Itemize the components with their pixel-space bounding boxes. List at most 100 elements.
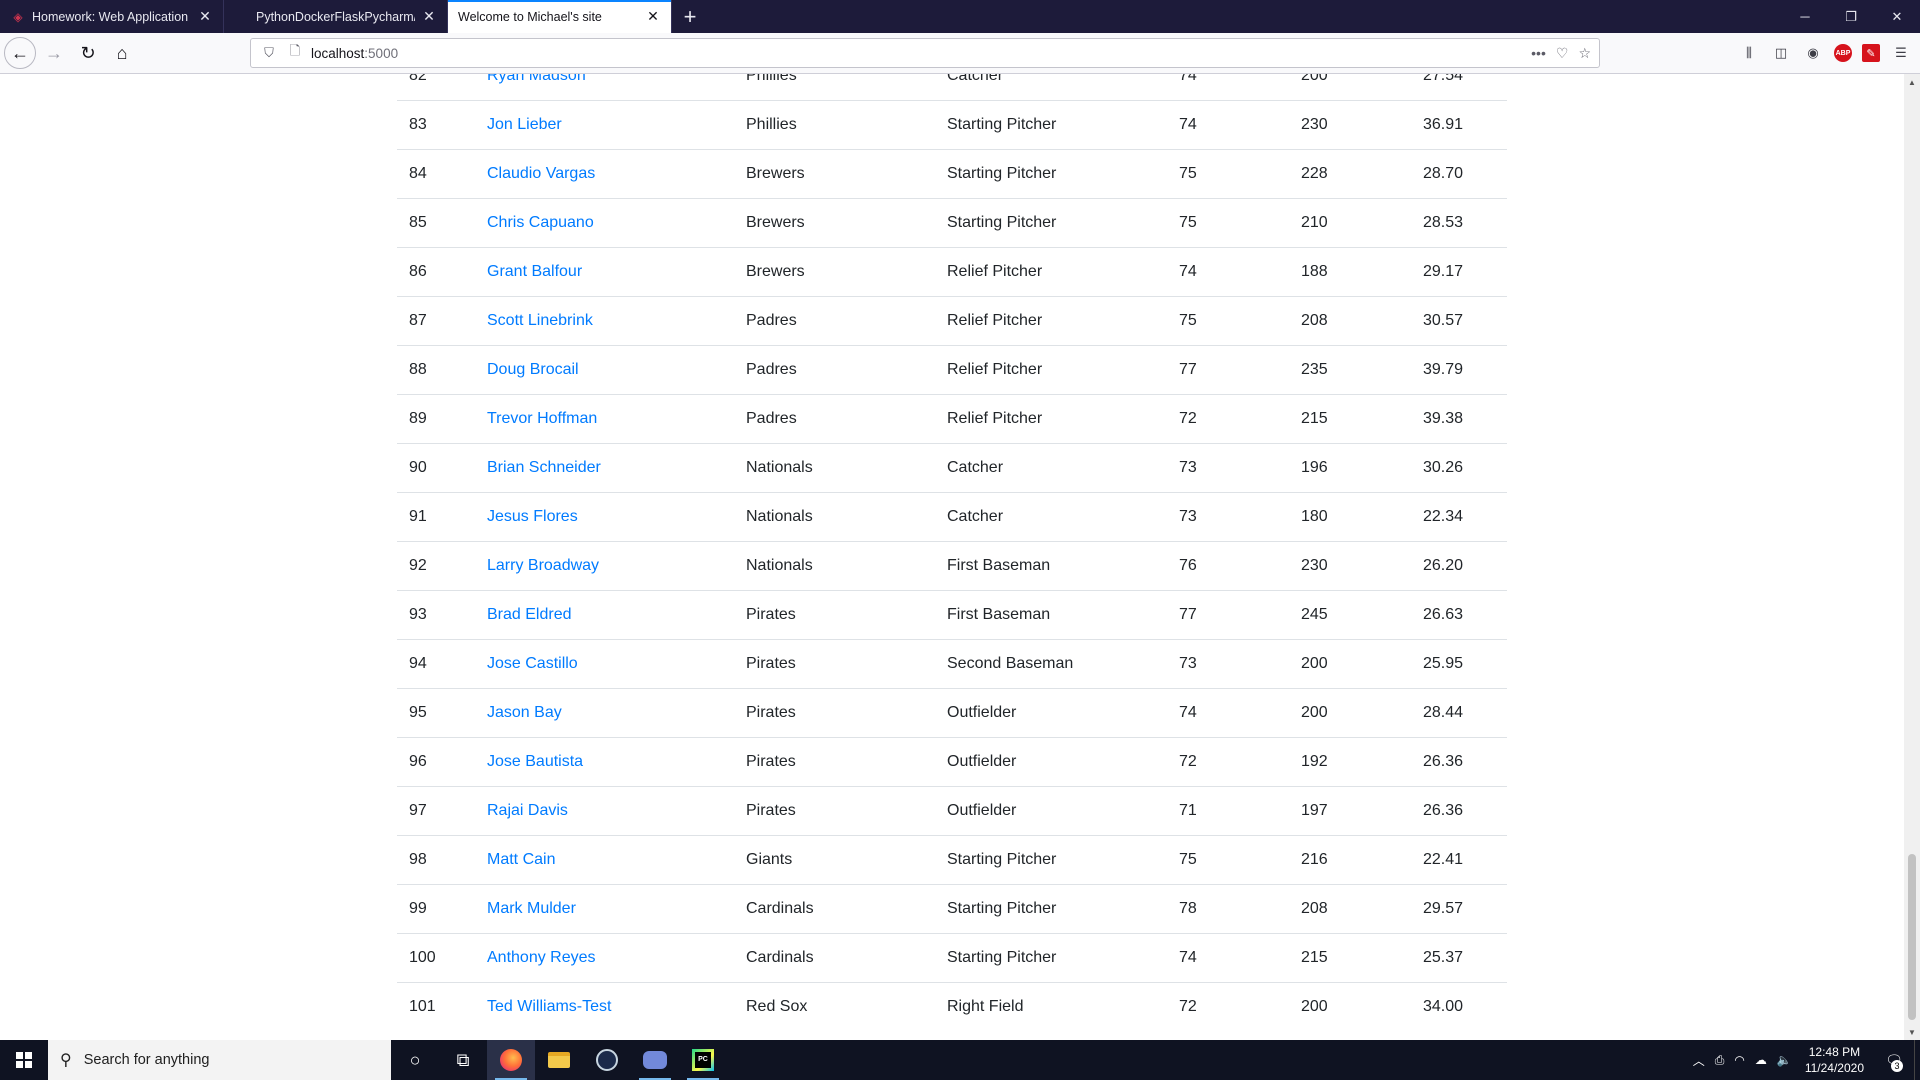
pdf-extension-icon[interactable]: ✎ bbox=[1862, 44, 1880, 62]
cell-weight: 200 bbox=[1289, 639, 1411, 689]
cell-age: 28.53 bbox=[1411, 198, 1507, 248]
system-tray: ︿ ⎙ ◠ ☁ 🔈 12:48 PM 11/24/2020 🗨3 bbox=[1688, 1040, 1920, 1080]
onedrive-cloud-icon[interactable]: ☁ bbox=[1755, 1053, 1767, 1067]
player-name-link[interactable]: Trevor Hoffman bbox=[487, 410, 597, 427]
cell-age: 28.44 bbox=[1411, 688, 1507, 738]
cell-id: 86 bbox=[397, 247, 475, 297]
back-arrow-icon[interactable]: ← bbox=[4, 37, 36, 69]
library-icon[interactable]: ⫼ bbox=[1738, 42, 1760, 64]
player-name-link[interactable]: Larry Broadway bbox=[487, 557, 599, 574]
menu-icon[interactable]: ☰ bbox=[1890, 42, 1912, 64]
pycharm-icon: PC bbox=[692, 1049, 714, 1071]
new-tab-icon[interactable]: + bbox=[672, 0, 708, 33]
show-hidden-icons-icon[interactable]: ︿ bbox=[1693, 1052, 1705, 1069]
scroll-up-icon[interactable]: ▲ bbox=[1904, 74, 1920, 90]
cell-name: Grant Balfour bbox=[475, 247, 734, 297]
taskbar-search[interactable]: ⚲ Search for anything bbox=[48, 1040, 391, 1080]
page-info-icon[interactable]: 🗋 bbox=[285, 43, 305, 63]
cell-team: Phillies bbox=[734, 74, 935, 101]
adblock-icon[interactable]: ABP bbox=[1834, 44, 1852, 62]
player-name-link[interactable]: Doug Brocail bbox=[487, 361, 579, 378]
windows-logo-icon bbox=[16, 1052, 32, 1068]
cell-name: Jose Castillo bbox=[475, 639, 734, 689]
clock-time: 12:48 PM bbox=[1808, 1045, 1861, 1059]
cell-position: Outfielder bbox=[935, 737, 1167, 787]
player-name-link[interactable]: Anthony Reyes bbox=[487, 949, 596, 966]
account-icon[interactable]: ◉ bbox=[1802, 42, 1824, 64]
player-name-link[interactable]: Mark Mulder bbox=[487, 900, 576, 917]
taskbar-clock[interactable]: 12:48 PM 11/24/2020 bbox=[1805, 1044, 1864, 1076]
player-name-link[interactable]: Claudio Vargas bbox=[487, 165, 595, 182]
table-row: 96 Jose Bautista Pirates Outfielder 72 192 26.… bbox=[397, 737, 1507, 787]
cell-team: Nationals bbox=[734, 443, 935, 493]
wifi-icon[interactable]: ◠ bbox=[1734, 1053, 1744, 1067]
player-name-link[interactable]: Jason Bay bbox=[487, 704, 562, 721]
cell-position: Catcher bbox=[935, 443, 1167, 493]
cell-name: Anthony Reyes bbox=[475, 933, 734, 983]
cell-age: 30.57 bbox=[1411, 296, 1507, 346]
player-name-link[interactable]: Rajai Davis bbox=[487, 802, 568, 819]
forward-arrow-icon[interactable]: → bbox=[38, 37, 70, 69]
player-name-link[interactable]: Brian Schneider bbox=[487, 459, 601, 476]
sidebar-icon[interactable]: ◫ bbox=[1770, 42, 1792, 64]
page-actions-icon[interactable]: ••• bbox=[1531, 45, 1546, 62]
close-tab-icon[interactable]: ✕ bbox=[645, 8, 661, 25]
tab-title: Welcome to Michael's site bbox=[458, 9, 602, 24]
player-name-link[interactable]: Ryan Madson bbox=[487, 74, 586, 84]
player-name-link[interactable]: Jesus Flores bbox=[487, 508, 578, 525]
show-desktop-button[interactable] bbox=[1914, 1040, 1920, 1080]
player-name-link[interactable]: Jose Castillo bbox=[487, 655, 578, 672]
page-scrollbar[interactable]: ▲ ▼ bbox=[1904, 74, 1920, 1040]
close-tab-icon[interactable]: ✕ bbox=[421, 8, 437, 25]
cortana-icon[interactable]: ○ bbox=[391, 1040, 439, 1080]
scroll-down-icon[interactable]: ▼ bbox=[1904, 1024, 1920, 1040]
player-name-link[interactable]: Chris Capuano bbox=[487, 214, 594, 231]
pycharm-taskbar-icon[interactable]: PC bbox=[679, 1040, 727, 1080]
volume-icon[interactable]: 🔈 bbox=[1777, 1053, 1792, 1067]
tab-welcome[interactable]: Welcome to Michael's site ✕ bbox=[448, 0, 672, 33]
cell-name: Chris Capuano bbox=[475, 198, 734, 248]
steam-taskbar-icon[interactable] bbox=[583, 1040, 631, 1080]
cell-position: Right Field bbox=[935, 982, 1167, 1032]
start-button[interactable] bbox=[0, 1040, 48, 1080]
player-name-link[interactable]: Ted Williams-Test bbox=[487, 998, 611, 1015]
file-explorer-taskbar-icon[interactable] bbox=[535, 1040, 583, 1080]
meet-now-icon[interactable]: ⎙ bbox=[1715, 1053, 1725, 1068]
close-window-icon[interactable]: ✕ bbox=[1874, 0, 1920, 33]
tracking-shield-icon[interactable]: ⛉ bbox=[259, 43, 279, 63]
table-row: 97 Rajai Davis Pirates Outfielder 71 197 26.36 bbox=[397, 786, 1507, 836]
close-tab-icon[interactable]: ✕ bbox=[197, 8, 213, 25]
tab-homework[interactable]: ◈ Homework: Web Application P ✕ bbox=[0, 0, 224, 33]
player-name-link[interactable]: Jon Lieber bbox=[487, 116, 562, 133]
player-name-link[interactable]: Grant Balfour bbox=[487, 263, 582, 280]
task-view-icon[interactable]: ⧉ bbox=[439, 1040, 487, 1080]
cell-team: Brewers bbox=[734, 198, 935, 248]
cell-team: Nationals bbox=[734, 541, 935, 591]
player-name-link[interactable]: Brad Eldred bbox=[487, 606, 572, 623]
steam-icon bbox=[596, 1049, 618, 1071]
cell-height: 74 bbox=[1167, 688, 1289, 738]
action-center-icon[interactable]: 🗨3 bbox=[1874, 1040, 1914, 1080]
restore-icon[interactable]: ❐ bbox=[1828, 0, 1874, 33]
minimize-icon[interactable]: ─ bbox=[1782, 0, 1828, 33]
notification-badge: 3 bbox=[1891, 1060, 1903, 1072]
table-row: 87 Scott Linebrink Padres Relief Pitcher 75 2… bbox=[397, 296, 1507, 346]
cell-weight: 188 bbox=[1289, 247, 1411, 297]
cell-team: Cardinals bbox=[734, 884, 935, 934]
url-text[interactable]: localhost:5000 bbox=[311, 46, 1531, 61]
discord-taskbar-icon[interactable] bbox=[631, 1040, 679, 1080]
home-icon[interactable]: ⌂ bbox=[106, 37, 138, 69]
tab-github[interactable]: PythonDockerFlaskPycharm/fo ✕ bbox=[224, 0, 448, 33]
player-name-link[interactable]: Jose Bautista bbox=[487, 753, 583, 770]
player-name-link[interactable]: Matt Cain bbox=[487, 851, 555, 868]
pocket-icon[interactable]: ♡ bbox=[1556, 45, 1569, 62]
url-bar[interactable]: ⛉ 🗋 localhost:5000 ••• ♡ ☆ bbox=[250, 38, 1600, 68]
scrollbar-thumb[interactable] bbox=[1908, 854, 1916, 1020]
reload-icon[interactable]: ↻ bbox=[72, 37, 104, 69]
cell-height: 73 bbox=[1167, 639, 1289, 689]
firefox-taskbar-icon[interactable] bbox=[487, 1040, 535, 1080]
player-name-link[interactable]: Scott Linebrink bbox=[487, 312, 593, 329]
url-host: localhost bbox=[311, 45, 365, 61]
bookmark-star-icon[interactable]: ☆ bbox=[1578, 45, 1591, 62]
cell-name: Jose Bautista bbox=[475, 737, 734, 787]
